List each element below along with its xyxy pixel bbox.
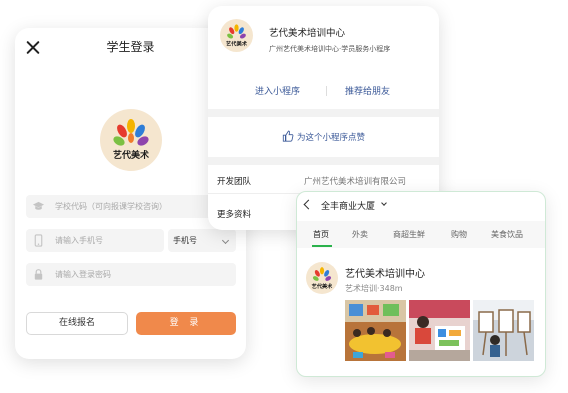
phone-placeholder: 请输入手机号 — [55, 236, 103, 245]
enter-mini-program-link[interactable]: 进入小程序 — [255, 84, 300, 97]
svg-text:艺代美术: 艺代美术 — [113, 149, 149, 161]
online-signup-button[interactable]: 在线报名 — [26, 312, 128, 335]
school-code-field[interactable]: 学校代码（可向报课学校咨询） — [26, 195, 236, 218]
link-divider — [326, 86, 327, 96]
mini-program-name: 艺代美术培训中心 — [269, 28, 346, 39]
chevron-down-icon — [221, 236, 230, 245]
student-drawing-photo[interactable] — [409, 300, 470, 361]
brand-logo: 艺代美术 — [100, 109, 162, 171]
developer-value: 广州艺代美术培训有限公司 — [304, 177, 407, 187]
recommend-to-friend-link[interactable]: 推荐给朋友 — [345, 84, 390, 97]
school-code-placeholder: 学校代码（可向报课学校咨询） — [55, 202, 167, 211]
password-input[interactable]: 请输入登录密码 — [26, 263, 236, 286]
business-meta: 艺术培训·348m — [345, 284, 403, 293]
section-divider — [208, 109, 439, 117]
mini-program-subtitle: 广州艺代美术培训中心·学员服务小程序 — [269, 45, 391, 53]
tab-food-drinks[interactable]: 美食饮品 — [491, 229, 523, 240]
location-selector[interactable]: 全丰商业大厦 — [321, 199, 375, 212]
back-arrow-icon[interactable] — [303, 199, 314, 210]
business-logo[interactable]: 艺代美术 — [306, 262, 338, 294]
like-label: 为这个小程序点赞 — [297, 133, 366, 143]
tab-shopping[interactable]: 购物 — [451, 229, 467, 240]
chevron-down-icon — [381, 200, 387, 206]
like-row[interactable]: 为这个小程序点赞 — [208, 117, 439, 157]
nearby-services-card: 全丰商业大厦 首页 外卖 商超生鲜 购物 美食饮品 艺代美术 艺代美术培训中心 … — [296, 191, 546, 377]
section-divider — [208, 157, 439, 165]
tab-supermarket[interactable]: 商超生鲜 — [393, 229, 425, 240]
mini-program-logo: 艺代美术 — [220, 19, 253, 52]
lock-icon — [34, 269, 43, 280]
more-info-label: 更多资料 — [217, 210, 252, 220]
graduation-cap-icon — [32, 201, 45, 210]
active-tab-indicator — [312, 245, 332, 247]
tab-home[interactable]: 首页 — [313, 229, 329, 240]
art-studio-photo[interactable] — [473, 300, 534, 361]
phone-type-label: 手机号 — [173, 236, 197, 245]
classroom-photo[interactable] — [345, 300, 406, 361]
login-button[interactable]: 登 录 — [136, 312, 236, 335]
business-name[interactable]: 艺代美术培训中心 — [345, 265, 425, 280]
developer-label: 开发团队 — [217, 177, 252, 187]
tab-takeout[interactable]: 外卖 — [352, 229, 368, 240]
phone-input[interactable]: 请输入手机号 — [26, 229, 164, 252]
password-placeholder: 请输入登录密码 — [55, 270, 111, 279]
thumbs-up-icon — [282, 130, 294, 142]
developer-row: 开发团队 广州艺代美术培训有限公司 — [208, 166, 439, 194]
phone-icon — [34, 234, 43, 247]
phone-type-select[interactable]: 手机号 — [168, 229, 236, 252]
